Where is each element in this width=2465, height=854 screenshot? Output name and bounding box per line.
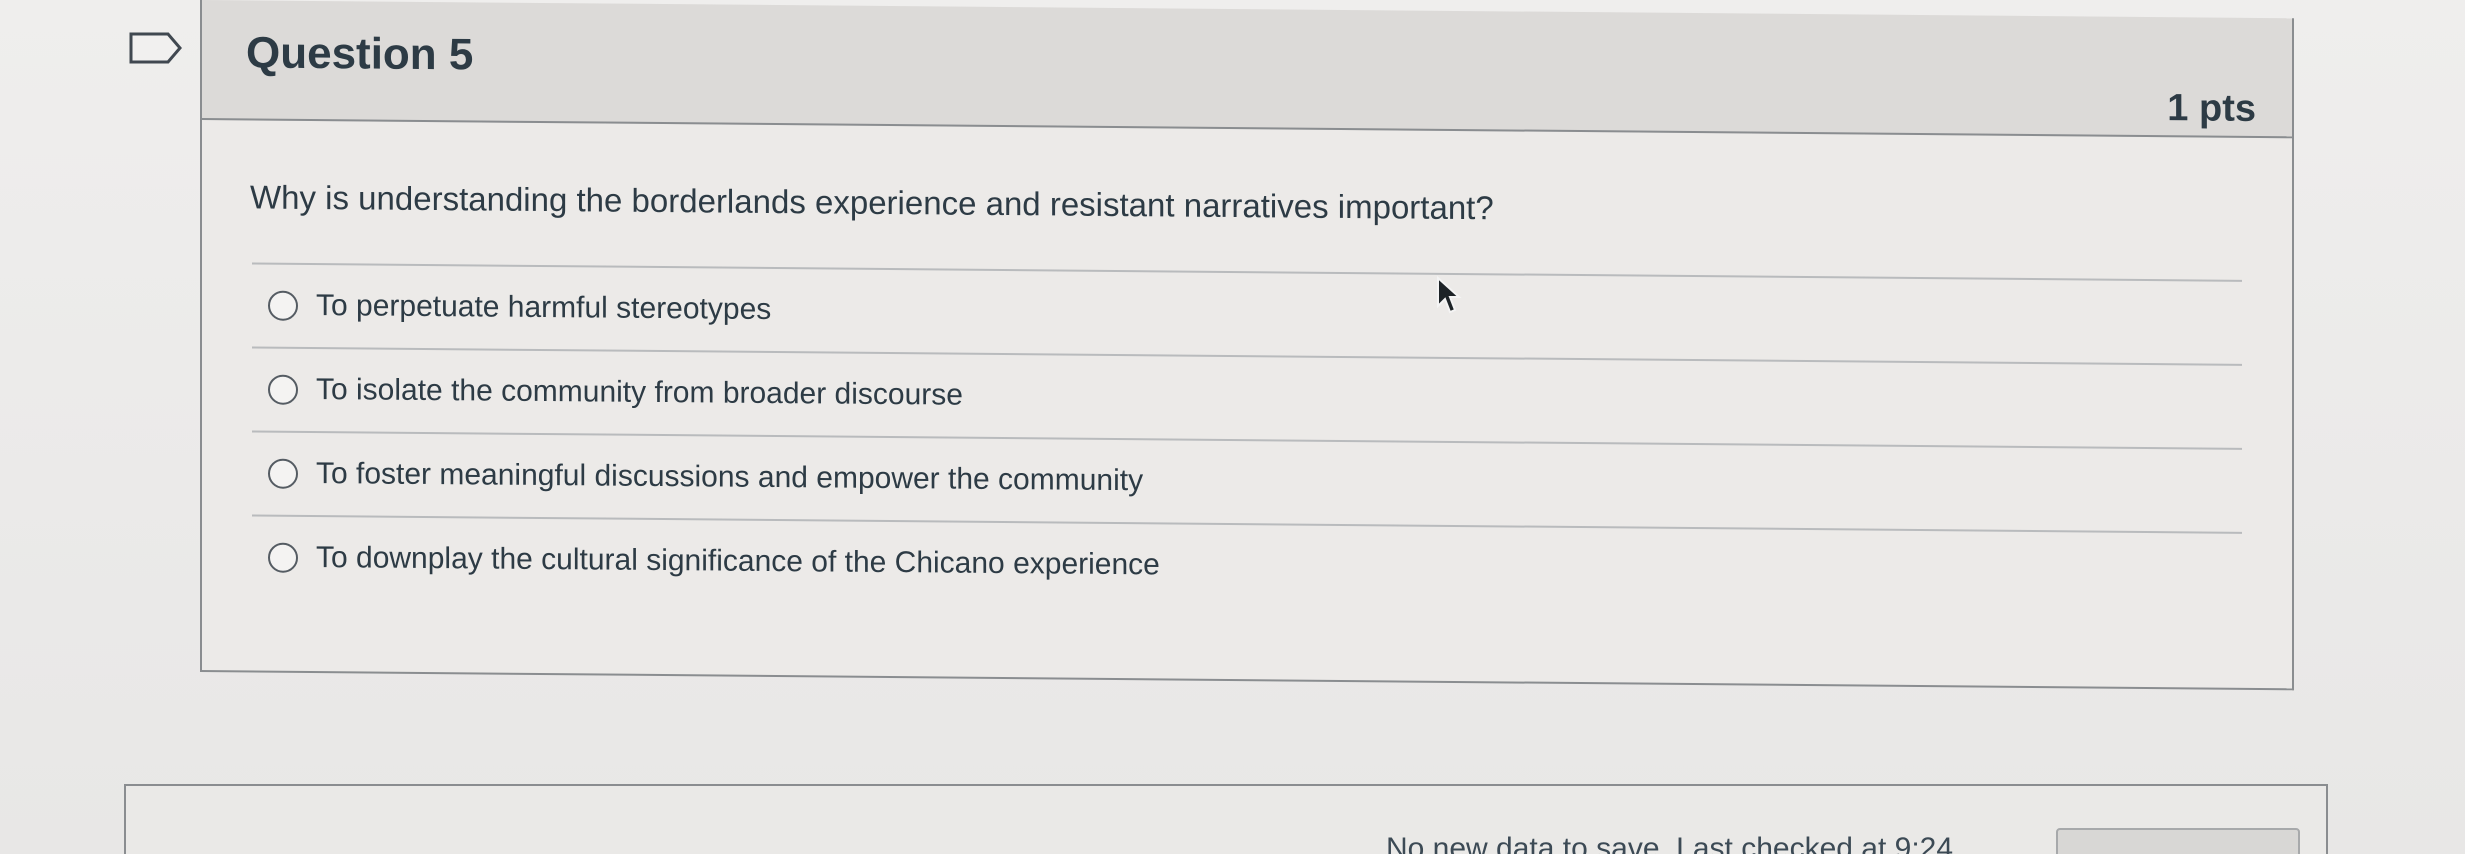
flag-question-icon[interactable] bbox=[128, 30, 184, 66]
radio-button[interactable] bbox=[268, 290, 298, 321]
radio-button[interactable] bbox=[268, 458, 298, 489]
question-card: Question 5 1 pts Why is understanding th… bbox=[200, 0, 2294, 691]
answer-label[interactable]: To perpetuate harmful stereotypes bbox=[316, 289, 771, 327]
radio-button[interactable] bbox=[268, 374, 298, 405]
answer-label[interactable]: To isolate the community from broader di… bbox=[316, 373, 963, 413]
answer-option[interactable]: To downplay the cultural significance of… bbox=[252, 514, 2242, 616]
mouse-pointer-icon bbox=[1437, 276, 1462, 314]
radio-button[interactable] bbox=[268, 542, 298, 573]
question-header: Question 5 1 pts bbox=[202, 0, 2292, 139]
answer-label[interactable]: To downplay the cultural significance of… bbox=[316, 541, 1160, 582]
question-points: 1 pts bbox=[2167, 87, 2256, 130]
question-title: Question 5 bbox=[246, 28, 474, 80]
answer-list: To perpetuate harmful stereotypes To iso… bbox=[252, 262, 2242, 616]
submit-quiz-button[interactable] bbox=[2056, 828, 2300, 854]
answer-label[interactable]: To foster meaningful discussions and emp… bbox=[316, 457, 1143, 498]
quiz-page: Question 5 1 pts Why is understanding th… bbox=[0, 0, 2465, 854]
quiz-footer: No new data to save. Last checked at 9:2… bbox=[124, 784, 2328, 854]
save-status-text: No new data to save. Last checked at 9:2… bbox=[1386, 832, 1954, 854]
question-text: Why is understanding the borderlands exp… bbox=[250, 178, 1494, 227]
